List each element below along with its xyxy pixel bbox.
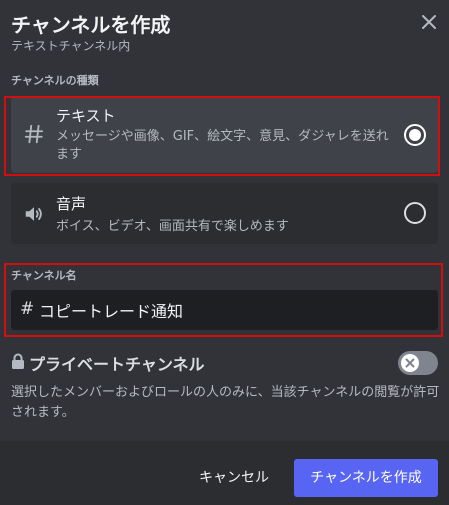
channel-type-option-voice[interactable]: 音声 ボイス、ビデオ、画面共有で楽しめます — [11, 183, 438, 244]
option-desc-text: メッセージや画像、GIF、絵文字、意見、ダジャレを送れます — [56, 129, 389, 162]
channel-type-label: チャンネルの種類 — [11, 74, 99, 87]
private-channel-description: 選択したメンバーおよびロールの人のみに、当該チャンネルの閲覧が許可されます。 — [11, 385, 440, 420]
speaker-icon — [23, 203, 45, 225]
cancel-button[interactable]: キャンセル — [189, 459, 279, 497]
private-channel-label: プライベートチャンネル — [29, 355, 205, 374]
modal-title: チャンネルを作成 — [11, 13, 171, 37]
channel-name-label: チャンネル名 — [11, 269, 77, 282]
channel-name-prefix: # — [20, 299, 35, 319]
modal-subtitle: テキストチャンネル内 — [11, 39, 131, 53]
create-channel-modal: チャンネルを作成 テキストチャンネル内 チャンネルの種類 テキスト メッセージや… — [0, 0, 449, 505]
channel-name-field[interactable]: # — [11, 290, 438, 330]
channel-name-input[interactable] — [39, 296, 419, 324]
private-channel-row: プライベートチャンネル — [11, 351, 438, 375]
radio-unselected[interactable] — [404, 202, 426, 224]
close-icon[interactable] — [419, 12, 439, 32]
radio-selected[interactable] — [404, 124, 426, 146]
option-desc-voice: ボイス、ビデオ、画面共有で楽しめます — [56, 219, 289, 234]
toggle-knob — [401, 354, 419, 372]
x-icon — [405, 358, 415, 368]
modal-footer: キャンセル チャンネルを作成 — [0, 441, 449, 505]
create-channel-button[interactable]: チャンネルを作成 — [294, 459, 438, 497]
option-title-text: テキスト — [56, 107, 116, 125]
channel-type-option-text[interactable]: テキスト メッセージや画像、GIF、絵文字、意見、ダジャレを送れます — [11, 97, 438, 173]
hash-icon — [23, 123, 45, 145]
private-toggle[interactable] — [398, 351, 438, 375]
option-title-voice: 音声 — [56, 195, 87, 213]
lock-icon — [11, 353, 25, 369]
